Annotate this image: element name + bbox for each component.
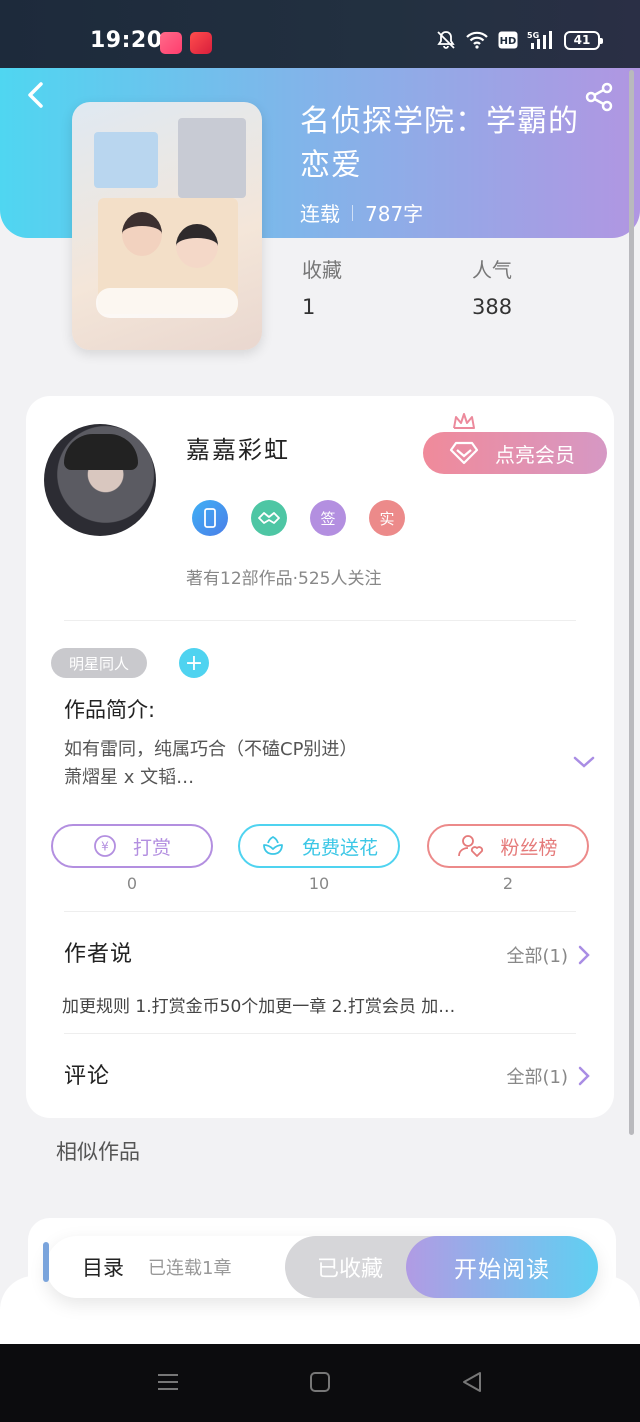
comments-title: 评论 bbox=[64, 1064, 111, 1089]
app-icon-1 bbox=[160, 32, 182, 54]
book-meta: 连载 787字 bbox=[300, 198, 423, 227]
author-says-text: 加更规则 1.打赏金币50个加更一章 2.打赏会员 加… bbox=[62, 997, 456, 1017]
author-says-more-label: 全部(1) bbox=[506, 946, 569, 967]
author-says-more[interactable]: 全部(1) bbox=[507, 942, 591, 968]
book-status: 连载 bbox=[300, 202, 340, 226]
intro-label: 作品简介: bbox=[64, 698, 156, 722]
similar-works-title: 相似作品 bbox=[56, 1140, 140, 1164]
chevron-right-icon bbox=[578, 1066, 590, 1086]
scrollbar[interactable] bbox=[629, 70, 634, 1135]
meta-divider bbox=[352, 204, 353, 221]
divider bbox=[64, 911, 576, 912]
signed-badge[interactable]: 签 bbox=[310, 500, 346, 536]
handshake-badge-icon[interactable] bbox=[251, 500, 287, 536]
status-time: 19:20 bbox=[90, 28, 163, 53]
wifi-icon bbox=[466, 31, 488, 49]
chevron-down-icon[interactable] bbox=[572, 754, 596, 770]
popularity-label: 人气 bbox=[472, 258, 512, 282]
chevron-right-icon bbox=[578, 945, 590, 965]
author-stats: 著有12部作品·525人关注 bbox=[186, 569, 382, 589]
back-icon[interactable] bbox=[22, 80, 52, 110]
phone-badge-icon[interactable] bbox=[192, 500, 228, 536]
divider bbox=[64, 1033, 576, 1034]
start-reading-label: 开始阅读 bbox=[454, 1257, 550, 1283]
comments-more[interactable]: 全部(1) bbox=[507, 1063, 591, 1089]
intro-line-1: 如有雷同，纯属巧合（不磕CP别进） bbox=[64, 739, 358, 760]
back-nav-icon[interactable] bbox=[460, 1370, 484, 1394]
mute-bell-icon bbox=[437, 31, 455, 49]
divider bbox=[64, 620, 576, 621]
author-avatar[interactable] bbox=[44, 424, 156, 536]
author-name[interactable]: 嘉嘉彩虹 bbox=[186, 430, 290, 465]
reward-button[interactable]: ¥ 打赏 bbox=[51, 824, 213, 868]
add-tag-button[interactable]: + bbox=[179, 648, 209, 678]
author-badges: 签 实 bbox=[192, 500, 405, 536]
flower-icon bbox=[263, 835, 283, 855]
flower-count: 10 bbox=[308, 874, 330, 893]
home-icon[interactable] bbox=[308, 1370, 332, 1394]
reward-count: 0 bbox=[126, 874, 138, 893]
book-word-count: 787字 bbox=[365, 202, 424, 226]
toc-chapter-count: 已连载1章 bbox=[148, 1258, 232, 1279]
favorited-label: 已收藏 bbox=[316, 1257, 383, 1282]
vip-button[interactable]: 点亮会员 bbox=[423, 432, 607, 474]
menu-icon[interactable] bbox=[156, 1370, 180, 1394]
popularity-stat: 人气 388 bbox=[472, 254, 512, 319]
hd-icon: HD bbox=[498, 31, 518, 49]
svg-text:5G: 5G bbox=[527, 31, 539, 40]
fans-ranking-button[interactable]: 粉丝榜 bbox=[427, 824, 589, 868]
fans-ranking-label: 粉丝榜 bbox=[500, 836, 558, 859]
battery-icon: 41 bbox=[564, 30, 603, 50]
intro-line-2: 萧熠星 x 文韬… bbox=[64, 767, 195, 788]
status-icons: HD 5G 41 bbox=[436, 30, 603, 50]
tag-chip[interactable]: 明星同人 bbox=[51, 648, 147, 678]
coin-icon: ¥ bbox=[94, 835, 116, 857]
collect-label: 收藏 bbox=[302, 258, 342, 282]
diamond-icon bbox=[449, 441, 479, 465]
popularity-value: 388 bbox=[472, 295, 513, 319]
signal-5g-icon: 5G bbox=[527, 31, 552, 49]
app-icon-2 bbox=[190, 32, 212, 54]
svg-text:HD: HD bbox=[500, 36, 517, 47]
free-flower-button[interactable]: 免费送花 bbox=[238, 824, 400, 868]
book-title: 名侦探学院：学霸的恋爱 bbox=[300, 104, 579, 183]
user-heart-icon bbox=[458, 835, 484, 857]
reward-label: 打赏 bbox=[132, 836, 171, 859]
collect-value: 1 bbox=[302, 295, 316, 319]
status-bar: 19:20 HD 5G 41 bbox=[0, 0, 640, 68]
crown-icon bbox=[453, 413, 475, 429]
comments-more-label: 全部(1) bbox=[506, 1067, 569, 1088]
start-reading-button[interactable]: 开始阅读 bbox=[406, 1236, 598, 1298]
system-nav-bar bbox=[0, 1344, 640, 1422]
collect-stat: 收藏 1 bbox=[302, 254, 342, 319]
intro-text: 如有雷同，纯属巧合（不磕CP别进） 萧熠星 x 文韬… bbox=[64, 736, 534, 792]
fans-count: 2 bbox=[502, 874, 514, 893]
free-flower-label: 免费送花 bbox=[301, 836, 378, 859]
svg-text:¥: ¥ bbox=[101, 840, 109, 854]
verified-badge[interactable]: 实 bbox=[369, 500, 405, 536]
toc-button[interactable]: 目录 bbox=[82, 1252, 124, 1282]
vip-button-label: 点亮会员 bbox=[495, 442, 575, 467]
book-cover[interactable] bbox=[72, 102, 262, 350]
author-says-title: 作者说 bbox=[64, 942, 134, 967]
